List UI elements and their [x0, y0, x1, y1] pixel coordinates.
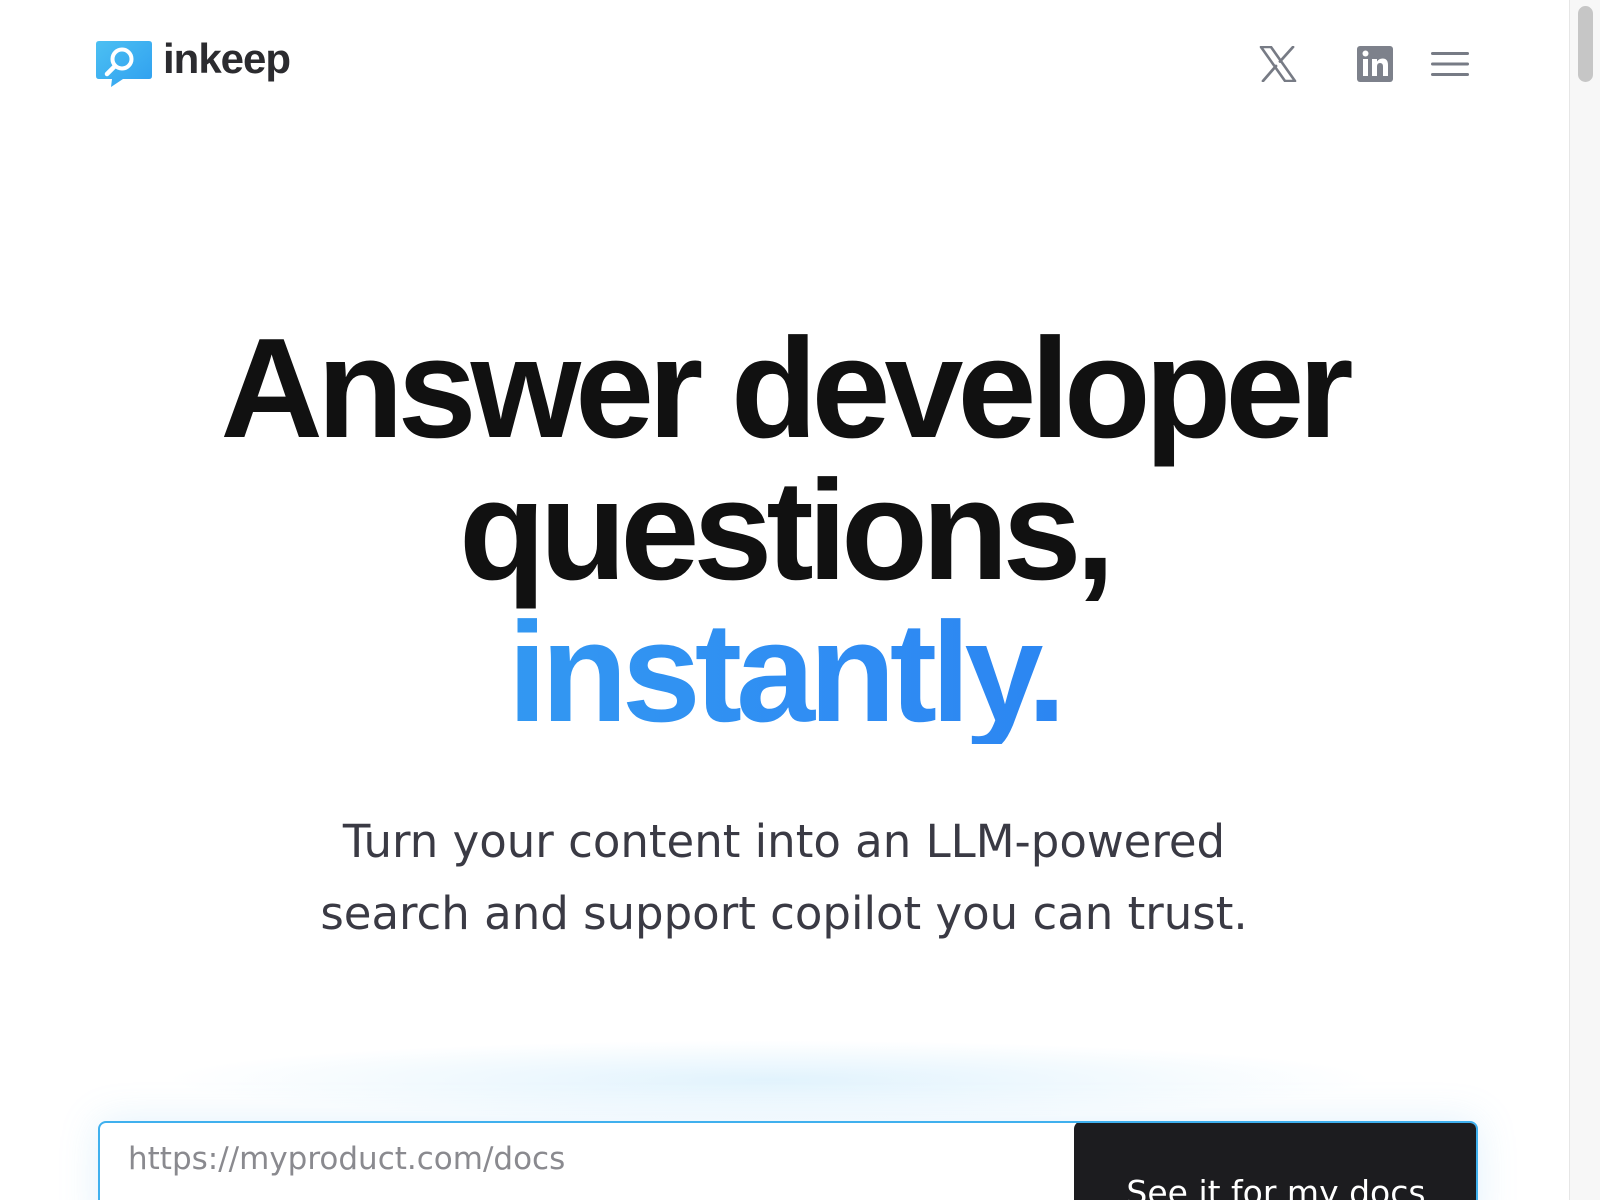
hero-headline-line-2: questions, [458, 451, 1115, 610]
docs-url-input[interactable] [100, 1123, 1072, 1200]
inkeep-logo-link[interactable]: inkeep [95, 35, 291, 88]
hero-subtitle: Turn your content into an LLM-powered se… [0, 806, 1568, 950]
landing-page: inkeep Answer developer questions, insta… [0, 0, 1568, 1200]
cta-glow [160, 1040, 1380, 1120]
chat-bubble-magnifier-icon [96, 41, 152, 87]
docs-url-form: See it for my docs [98, 1121, 1478, 1200]
hero-headline-accent: instantly. [0, 602, 1568, 744]
vertical-scrollbar[interactable] [1569, 0, 1600, 1200]
scrollbar-thumb[interactable] [1578, 6, 1593, 82]
see-it-for-my-docs-button[interactable]: See it for my docs [1074, 1123, 1476, 1200]
hero-headline: Answer developer questions, instantly. [0, 318, 1568, 744]
hero-headline-line-1: Answer developer [220, 309, 1353, 468]
brand-name: inkeep [163, 35, 291, 82]
hamburger-menu-icon[interactable] [1430, 44, 1470, 84]
hero-subtitle-line-1: Turn your content into an LLM-powered [342, 815, 1226, 868]
x-twitter-icon[interactable] [1258, 44, 1298, 84]
hero-subtitle-line-2: search and support copilot you can trust… [320, 887, 1248, 940]
linkedin-icon[interactable] [1355, 44, 1395, 84]
site-header: inkeep [0, 0, 1568, 130]
